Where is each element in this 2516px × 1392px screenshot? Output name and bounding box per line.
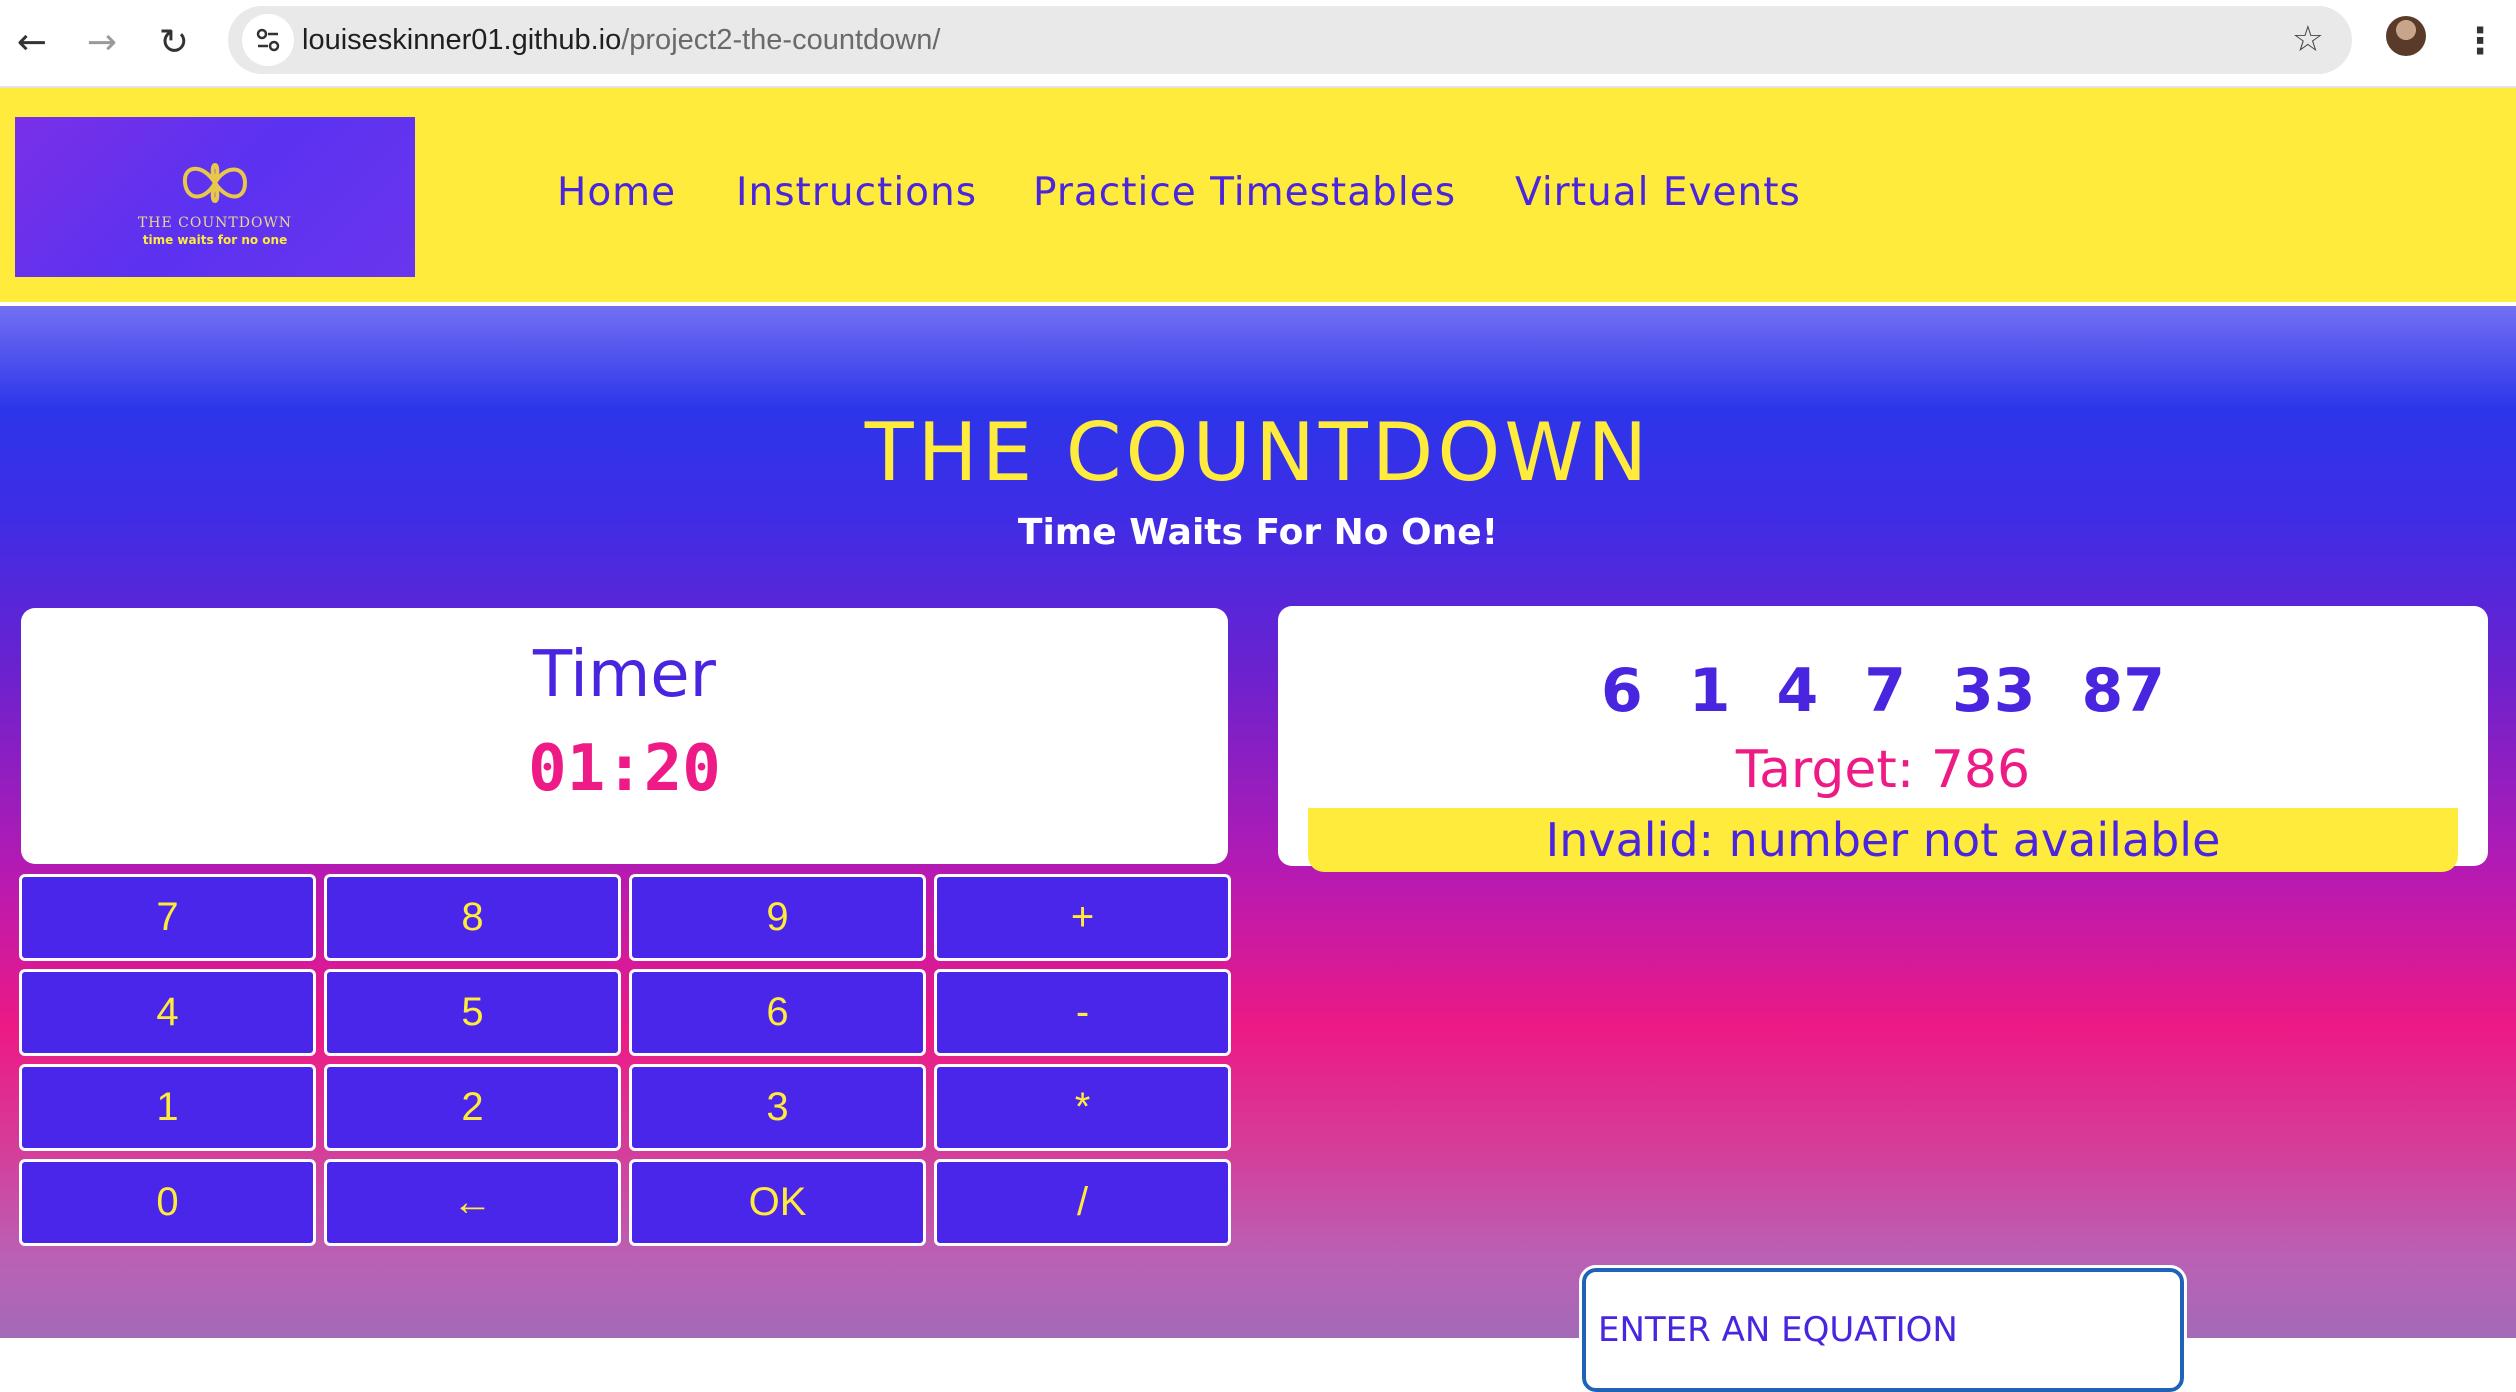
- logo-title: THE COUNTDOWN: [137, 215, 293, 231]
- key-4[interactable]: 4: [19, 969, 316, 1056]
- timer-card: Timer 01:20: [21, 608, 1228, 864]
- url-path: /project2-the-countdown/: [621, 24, 941, 56]
- key-5[interactable]: 5: [324, 969, 621, 1056]
- address-bar[interactable]: louiseskinner01.github.io/project2-the-c…: [228, 6, 2352, 74]
- kebab-menu-icon[interactable]: ⋮: [2460, 14, 2500, 70]
- number-5: 33: [1952, 656, 2036, 726]
- url-text: louiseskinner01.github.io/project2-the-c…: [302, 6, 940, 74]
- page-title: THE COUNTDOWN: [864, 406, 1652, 499]
- number-1: 6: [1601, 656, 1643, 726]
- equation-input[interactable]: [1579, 1265, 2187, 1392]
- number-4: 7: [1864, 656, 1906, 726]
- profile-avatar[interactable]: [2386, 16, 2426, 56]
- key-plus[interactable]: +: [934, 874, 1231, 961]
- site-logo[interactable]: THE COUNTDOWN time waits for no one: [15, 117, 415, 277]
- target-number: Target: 786: [1735, 740, 2031, 800]
- forward-arrow-icon[interactable]: →: [74, 14, 130, 70]
- page-subtitle: Time Waits For No One!: [1017, 512, 1499, 553]
- bookmark-star-icon[interactable]: ☆: [2292, 6, 2324, 74]
- nav-instructions[interactable]: Instructions: [736, 170, 977, 215]
- validation-message: Invalid: number not available: [1308, 808, 2458, 872]
- key-2[interactable]: 2: [324, 1064, 621, 1151]
- key-minus[interactable]: -: [934, 969, 1231, 1056]
- number-3: 4: [1776, 656, 1819, 726]
- number-6: 87: [2081, 656, 2166, 726]
- site-info-icon[interactable]: [242, 14, 294, 66]
- logo-tagline: time waits for no one: [142, 233, 288, 247]
- url-host: louiseskinner01.github.io: [302, 24, 622, 56]
- available-numbers: 6 1 4 7 33 87: [1278, 656, 2488, 726]
- keypad: 7 8 9 + 4 5 6 - 1 2 3 * 0 ← OK /: [19, 874, 1231, 1246]
- key-0[interactable]: 0: [19, 1159, 316, 1246]
- site-header: THE COUNTDOWN time waits for no one Home…: [0, 88, 2516, 306]
- key-multiply[interactable]: *: [934, 1064, 1231, 1151]
- key-1[interactable]: 1: [19, 1064, 316, 1151]
- back-arrow-icon[interactable]: ←: [4, 14, 60, 70]
- nav-home[interactable]: Home: [557, 170, 676, 215]
- nav-virtual-events[interactable]: Virtual Events: [1515, 170, 1801, 215]
- ok-button[interactable]: OK: [629, 1159, 926, 1246]
- backspace-key[interactable]: ←: [324, 1159, 621, 1246]
- game-area: THE COUNTDOWN Time Waits For No One! Tim…: [0, 306, 2516, 1392]
- nav-practice-timestables[interactable]: Practice Timestables: [1033, 170, 1456, 215]
- key-divide[interactable]: /: [934, 1159, 1231, 1246]
- number-2: 1: [1688, 656, 1731, 726]
- reload-icon[interactable]: ↻: [146, 14, 202, 70]
- browser-toolbar: ← → ↻ louiseskinner01.github.io/project2…: [0, 0, 2516, 88]
- timer-value: 01:20: [528, 732, 721, 806]
- key-3[interactable]: 3: [629, 1064, 926, 1151]
- timer-label: Timer: [533, 638, 716, 712]
- key-8[interactable]: 8: [324, 874, 621, 961]
- key-9[interactable]: 9: [629, 874, 926, 961]
- key-7[interactable]: 7: [19, 874, 316, 961]
- key-6[interactable]: 6: [629, 969, 926, 1056]
- infinity-knot-icon: [182, 163, 248, 203]
